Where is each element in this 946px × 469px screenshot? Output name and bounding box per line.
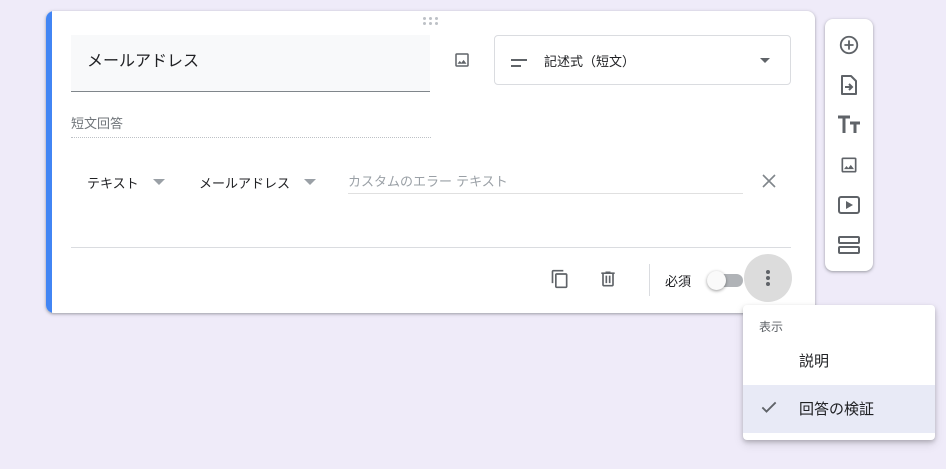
floating-toolbar <box>825 19 873 271</box>
chevron-down-icon <box>304 179 317 185</box>
add-video-icon[interactable] <box>837 193 861 217</box>
required-label: 必須 <box>665 275 692 290</box>
menu-item-label: 説明 <box>799 352 830 370</box>
question-card[interactable]: メールアドレス 記述式（短文） 短文回答 テキスト メールアドレス カスタムのエ… <box>46 11 815 313</box>
toggle-thumb <box>707 271 726 290</box>
check-icon <box>759 397 779 421</box>
question-type-label: 記述式（短文） <box>544 55 636 70</box>
menu-item-label: 回答の検証 <box>799 400 875 418</box>
drag-handle-icon[interactable] <box>423 17 439 27</box>
short-answer-icon <box>511 54 529 73</box>
footer-divider <box>71 247 791 248</box>
custom-error-text-input[interactable]: カスタムのエラー テキスト <box>348 171 743 194</box>
question-type-select[interactable]: 記述式（短文） <box>494 35 791 85</box>
chevron-down-icon <box>760 58 770 63</box>
validation-condition-label: メールアドレス <box>199 176 291 192</box>
menu-item-response-validation[interactable]: 回答の検証 <box>743 385 935 433</box>
add-section-icon[interactable] <box>837 233 861 257</box>
menu-header: 表示 <box>759 320 784 334</box>
chevron-down-icon <box>152 179 165 185</box>
short-answer-placeholder: 短文回答 <box>71 113 431 138</box>
validation-type-select[interactable]: テキスト <box>87 171 165 193</box>
response-validation-row: テキスト メールアドレス カスタムのエラー テキスト <box>71 171 791 205</box>
active-card-accent <box>46 11 52 313</box>
import-questions-icon[interactable] <box>837 73 861 97</box>
validation-condition-select[interactable]: メールアドレス <box>199 171 317 193</box>
more-options-icon[interactable] <box>744 254 792 302</box>
add-image-icon[interactable] <box>837 153 861 177</box>
menu-item-description[interactable]: 説明 <box>743 337 935 385</box>
duplicate-icon[interactable] <box>547 266 573 292</box>
footer-vertical-divider <box>649 264 650 296</box>
delete-icon[interactable] <box>595 266 621 292</box>
question-title-input[interactable]: メールアドレス <box>71 35 430 92</box>
add-image-icon[interactable] <box>449 47 475 73</box>
add-title-icon[interactable] <box>837 113 861 137</box>
add-question-icon[interactable] <box>837 33 861 57</box>
validation-type-label: テキスト <box>87 176 139 192</box>
more-options-menu: 表示 説明 回答の検証 <box>743 305 935 440</box>
required-toggle[interactable] <box>707 271 743 290</box>
close-icon[interactable] <box>759 171 779 191</box>
